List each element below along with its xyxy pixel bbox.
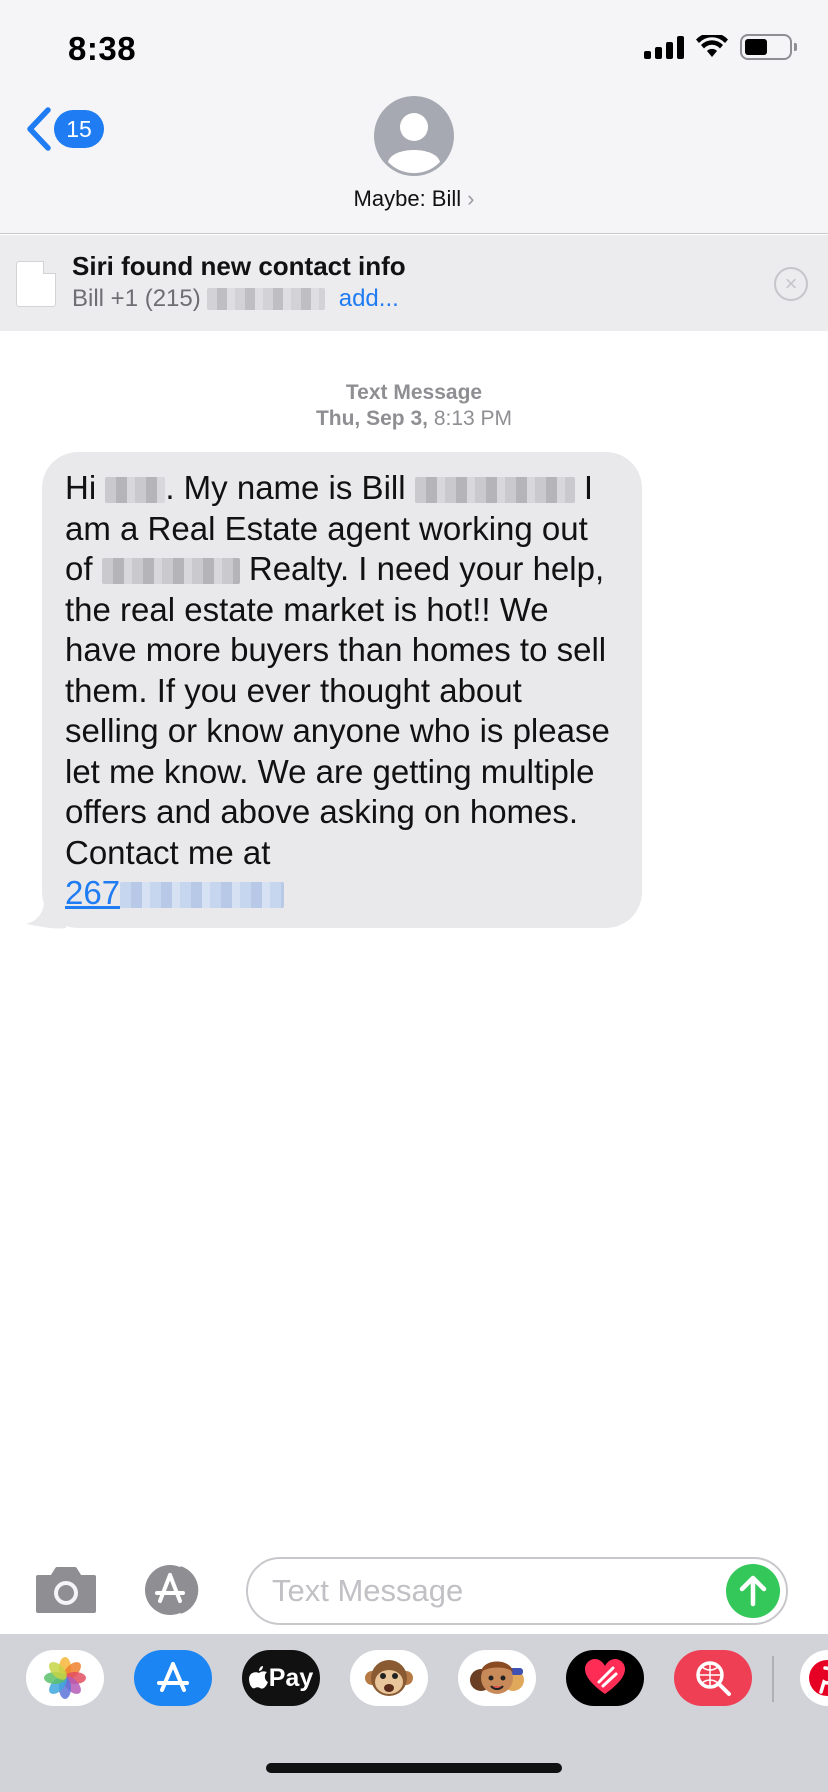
contact-name-button[interactable]: Maybe: Bill › [0, 186, 828, 212]
message-text-1: Hi [65, 469, 97, 506]
siri-banner-title: Siri found new contact info [72, 251, 406, 281]
status-time: 8:38 [68, 30, 137, 67]
message-time: 8:13 PM [433, 407, 513, 430]
phone-number-prefix: 267 [65, 874, 121, 911]
conversation-header: 8:38 15 Maybe: Bill › [0, 0, 828, 234]
photos-app-button[interactable] [26, 1650, 104, 1706]
contact-card-icon [16, 261, 56, 307]
siri-suggestion-banner: Siri found new contact info Bill +1 (215… [0, 235, 828, 331]
message-input-field[interactable] [246, 1557, 788, 1625]
battery-icon [740, 34, 797, 60]
redacted-text [105, 477, 166, 503]
camera-icon[interactable] [34, 1565, 98, 1615]
app-store-app-button[interactable] [134, 1650, 212, 1706]
add-contact-link[interactable]: add... [339, 285, 399, 313]
service-label: Text Message [345, 381, 483, 404]
arrow-up-icon [739, 1575, 767, 1607]
contact-avatar[interactable] [374, 96, 454, 176]
back-button[interactable]: 15 [22, 106, 104, 152]
contact-name: Maybe: Bill [353, 186, 462, 211]
photos-icon [44, 1657, 86, 1699]
message-text-2: . My name is Bill [165, 469, 406, 506]
redacted-text [101, 558, 240, 584]
message-input[interactable] [272, 1559, 712, 1623]
apple-pay-app-button[interactable]: Pay [242, 1650, 320, 1706]
redacted-phone [120, 882, 285, 908]
message-text-4: Realty. I need your help, the real estat… [65, 550, 610, 871]
composer-bar [0, 1545, 828, 1635]
web-search-icon [696, 1661, 731, 1696]
imessage-app-drawer: Pay [0, 1634, 828, 1792]
send-button[interactable] [726, 1564, 780, 1618]
message-timestamp: Text Message Thu, Sep 3, 8:13 PM [0, 380, 828, 432]
digital-touch-app-button[interactable] [566, 1650, 644, 1706]
digital-touch-icon [585, 1659, 625, 1694]
drawer-divider [772, 1656, 774, 1702]
pinterest-icon [809, 1660, 828, 1696]
home-indicator [266, 1763, 562, 1773]
app-store-icon[interactable] [140, 1565, 212, 1615]
memoji-icon [470, 1661, 524, 1694]
cellular-signal-icon [644, 35, 684, 59]
web-search-app-button[interactable] [674, 1650, 752, 1706]
phone-number-link[interactable]: 267 [65, 874, 120, 911]
apple-pay-label: Pay [268, 1663, 314, 1692]
wifi-icon [696, 35, 728, 57]
siri-banner-phone: Bill +1 (215) [72, 285, 201, 312]
chevron-left-icon [27, 107, 51, 151]
app-store-icon [157, 1662, 189, 1692]
unread-count-badge: 15 [54, 110, 104, 148]
redacted-text [414, 477, 575, 503]
siri-banner-detail: Bill +1 (215) add... [72, 285, 399, 313]
message-date: Thu, Sep 3, [315, 407, 428, 430]
message-bubble[interactable]: Hi . My name is Bill I am a Real Estate … [42, 452, 642, 928]
pinterest-app-button[interactable] [800, 1650, 828, 1706]
chevron-right-icon: › [467, 186, 475, 211]
status-icons [644, 34, 797, 60]
close-icon[interactable]: × [774, 267, 808, 301]
memoji-app-button[interactable] [458, 1650, 536, 1706]
animoji-app-button[interactable] [350, 1650, 428, 1706]
apple-icon [248, 1666, 268, 1689]
redacted-text [206, 288, 325, 310]
animoji-icon [365, 1660, 413, 1696]
person-icon [388, 113, 440, 174]
